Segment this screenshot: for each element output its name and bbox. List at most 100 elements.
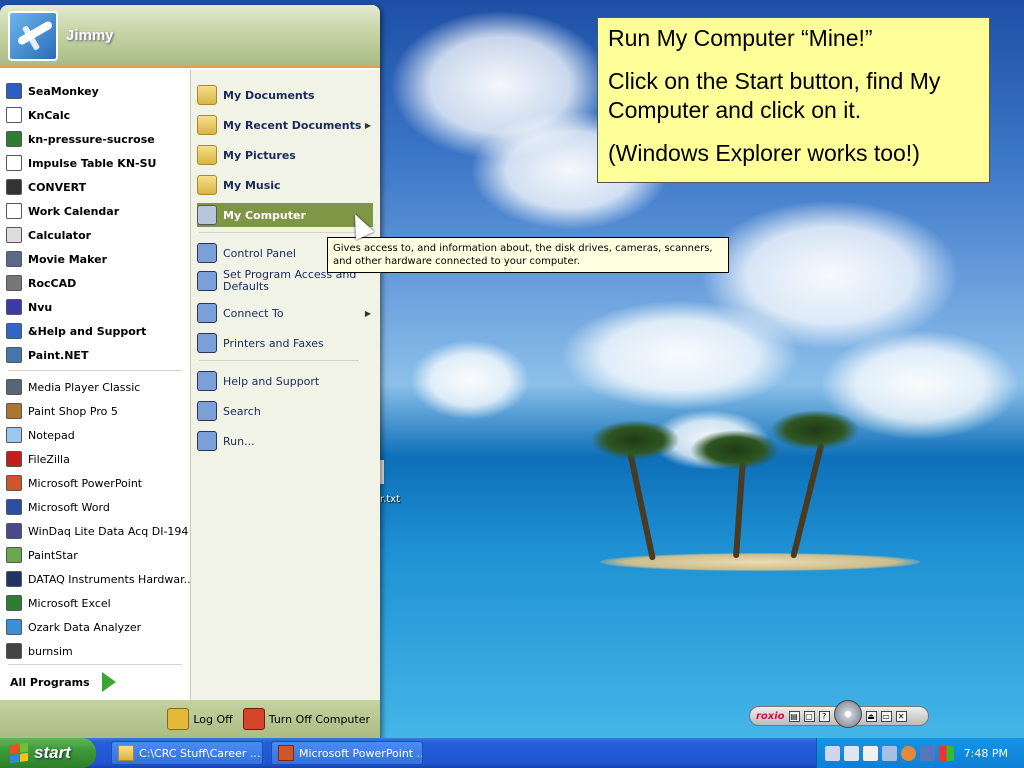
safely-remove-icon[interactable]	[882, 745, 897, 761]
turn-off-button[interactable]: Turn Off Computer	[242, 708, 370, 730]
note-title: Run My Computer “Mine!”	[608, 25, 873, 51]
taskbar-button-explorer[interactable]: C:\CRC Stuff\Career ...	[111, 741, 263, 765]
kncalc-icon	[6, 107, 22, 123]
taskbar-button-powerpoint[interactable]: Microsoft PowerPoint ...	[271, 741, 423, 765]
user-name: Jimmy	[66, 27, 114, 44]
windows-logo-icon	[10, 742, 28, 764]
color-flag-icon[interactable]	[939, 745, 954, 761]
close-icon[interactable]: ✕	[895, 710, 907, 722]
places-panel: My Documents My Recent Documents ▶ My Pictu…	[190, 70, 380, 700]
word-icon	[6, 499, 22, 515]
item-label: Media Player Classic	[28, 380, 141, 394]
pinned-item[interactable]: kn-pressure-sucrose	[6, 128, 155, 150]
item-label: Ozark Data Analyzer	[28, 620, 142, 634]
places-item[interactable]: Search	[197, 399, 373, 423]
item-label: KnCalc	[28, 108, 71, 122]
start-menu: Jimmy SeaMonkey KnCalc kn-pressure-sucrose…	[0, 5, 380, 738]
item-label: WinDaq Lite Data Acq DI-194	[28, 524, 189, 538]
pinned-item[interactable]: SeaMonkey	[6, 80, 99, 102]
window-edge	[380, 460, 384, 484]
places-item[interactable]: Help and Support	[197, 369, 373, 393]
recent-item[interactable]: Paint Shop Pro 5	[6, 400, 118, 422]
item-label: DATAQ Instruments Hardwar...	[28, 572, 195, 586]
cloud	[410, 340, 530, 420]
roxio-logo: roxio	[756, 710, 785, 722]
all-programs-button[interactable]: All Programs	[10, 670, 116, 694]
item-label: Run...	[223, 434, 255, 448]
roxio-help-icon[interactable]: ?	[818, 710, 830, 722]
recent-item[interactable]: PaintStar	[6, 544, 78, 566]
search-icon	[197, 401, 217, 421]
network-icon[interactable]	[844, 745, 859, 761]
recent-item[interactable]: FileZilla	[6, 448, 70, 470]
tooltip: Gives access to, and information about, …	[327, 237, 729, 273]
my-documents-icon	[197, 85, 217, 105]
pinned-item[interactable]: RocCAD	[6, 272, 76, 294]
connect-to-icon	[197, 303, 217, 323]
submenu-arrow-icon: ▶	[364, 308, 371, 318]
restore-icon[interactable]: ▭	[880, 710, 892, 722]
note-hint: (Windows Explorer works too!)	[608, 140, 920, 166]
island	[600, 553, 920, 571]
recent-item[interactable]: Microsoft PowerPoint	[6, 472, 142, 494]
paint-shop-icon	[6, 403, 22, 419]
recent-item[interactable]: Microsoft Excel	[6, 592, 111, 614]
item-label: Microsoft Word	[28, 500, 110, 514]
pinned-item[interactable]: Nvu	[6, 296, 52, 318]
places-item[interactable]: Run...	[197, 429, 373, 453]
item-label: Movie Maker	[28, 252, 108, 266]
item-label: My Music	[223, 178, 281, 192]
paintnet-icon	[6, 347, 22, 363]
power-icon	[242, 708, 265, 730]
burnsim-icon	[6, 643, 22, 659]
pinned-item[interactable]: Impulse Table KN-SU	[6, 152, 156, 174]
desktop-file-label[interactable]: r.txt	[380, 494, 400, 505]
user-avatar[interactable]	[8, 10, 58, 61]
recent-item[interactable]: DATAQ Instruments Hardwar...	[6, 568, 194, 590]
divider	[199, 360, 359, 361]
recent-item[interactable]: Microsoft Word	[6, 496, 110, 518]
item-label: Connect To	[223, 306, 284, 320]
pinned-item[interactable]: Calculator	[6, 224, 91, 246]
roxio-window-icon[interactable]: ▢	[803, 710, 815, 722]
powerpoint-icon	[6, 475, 22, 491]
places-item[interactable]: Connect To ▶	[197, 301, 373, 325]
recent-item[interactable]: WinDaq Lite Data Acq DI-194	[6, 520, 188, 542]
item-label: Search	[223, 404, 261, 418]
recent-item[interactable]: Ozark Data Analyzer	[6, 616, 141, 638]
item-label: Paint Shop Pro 5	[28, 404, 118, 418]
roxio-menu-icon[interactable]: ▤	[788, 710, 800, 722]
recent-item[interactable]: burnsim	[6, 640, 73, 662]
places-item[interactable]: My Music	[197, 173, 373, 197]
key-icon	[167, 708, 190, 730]
places-item[interactable]: My Documents	[197, 83, 373, 107]
pinned-item[interactable]: Work Calendar	[6, 200, 119, 222]
start-button[interactable]: start	[0, 738, 96, 768]
pinned-item[interactable]: KnCalc	[6, 104, 70, 126]
pinned-item[interactable]: &Help and Support	[6, 320, 146, 342]
item-label: Work Calendar	[28, 204, 120, 218]
help-tray-icon[interactable]	[863, 745, 878, 761]
places-item[interactable]: My Computer	[197, 203, 373, 227]
filezilla-icon	[6, 451, 22, 467]
eject-icon[interactable]: ⏏	[865, 710, 877, 722]
places-item[interactable]: My Pictures	[197, 143, 373, 167]
log-off-button[interactable]: Log Off	[167, 708, 233, 730]
display-icon[interactable]	[920, 745, 935, 761]
folder-icon	[118, 745, 134, 761]
recent-item[interactable]: Notepad	[6, 424, 75, 446]
help-support-icon	[197, 371, 217, 391]
pinned-item[interactable]: Movie Maker	[6, 248, 107, 270]
disc-icon[interactable]	[833, 700, 862, 728]
item-label: SeaMonkey	[28, 84, 99, 98]
ozark-icon	[6, 619, 22, 635]
divider	[199, 232, 359, 233]
pinned-item[interactable]: Paint.NET	[6, 344, 88, 366]
recent-item[interactable]: Media Player Classic	[6, 376, 140, 398]
item-label: Notepad	[28, 428, 75, 442]
expand-tray-icon[interactable]	[901, 745, 916, 761]
places-item[interactable]: Printers and Faxes	[197, 331, 373, 355]
pen-icon[interactable]	[825, 745, 840, 761]
pinned-item[interactable]: CONVERT	[6, 176, 86, 198]
places-item[interactable]: My Recent Documents ▶	[197, 113, 373, 137]
